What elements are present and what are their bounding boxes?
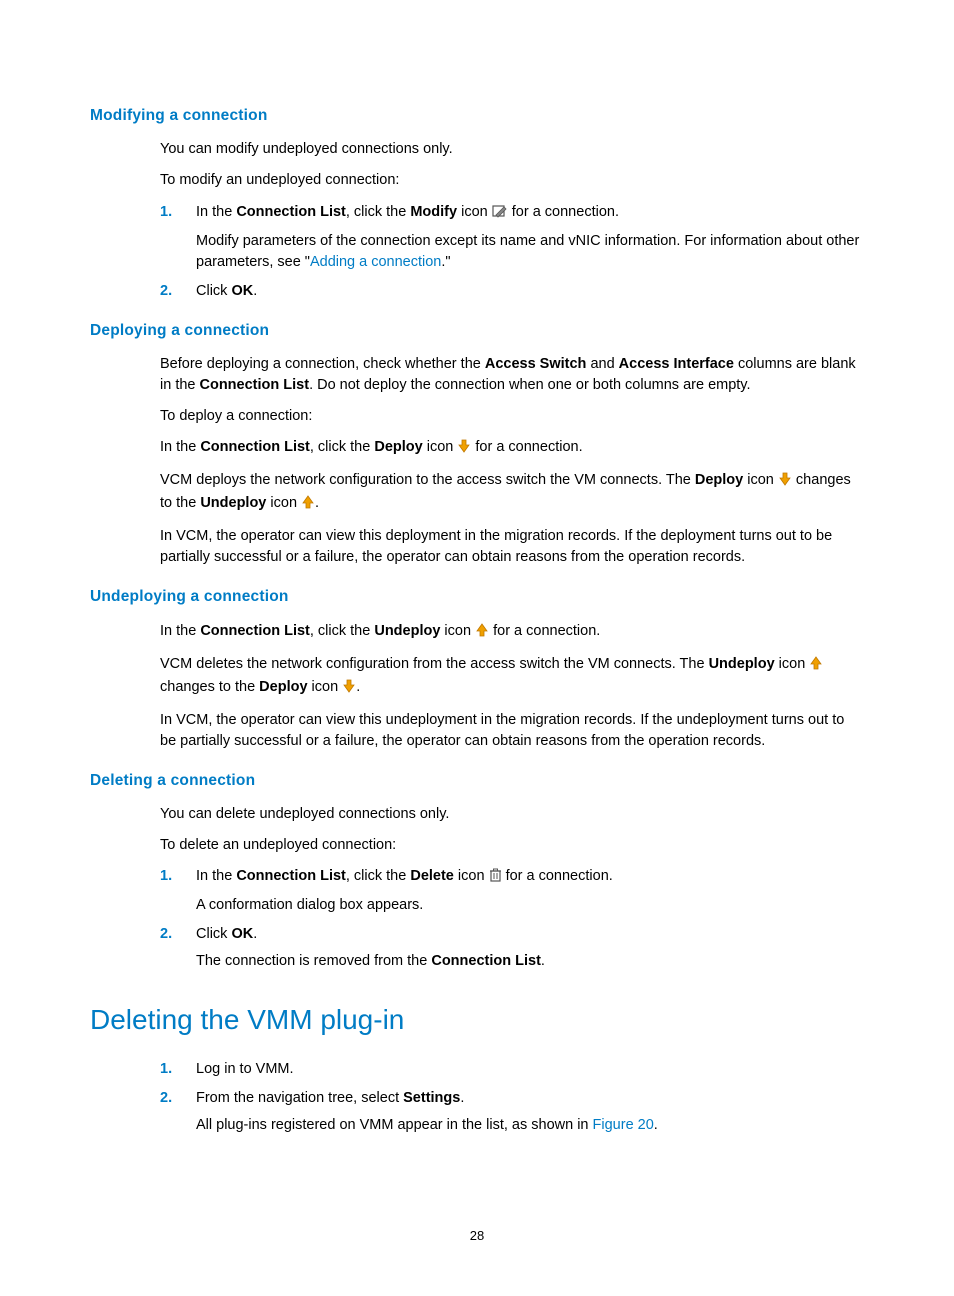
step-1: 1. In the Connection List, click the Mod… xyxy=(160,202,864,273)
text: All plug-ins registered on VMM appear in… xyxy=(196,1115,864,1136)
edit-icon xyxy=(492,204,508,225)
heading-undeploying: Undeploying a connection xyxy=(90,586,864,608)
step-2: 2. Click OK. xyxy=(160,281,864,302)
text: To modify an undeployed connection: xyxy=(160,170,864,191)
text: In VCM, the operator can view this deplo… xyxy=(160,526,864,568)
text: To deploy a connection: xyxy=(160,406,864,427)
steps-modifying: 1. In the Connection List, click the Mod… xyxy=(160,202,864,302)
body-modifying: You can modify undeployed connections on… xyxy=(160,139,864,191)
text: You can delete undeployed connections on… xyxy=(160,804,864,825)
steps-deleting-plugin: 1. Log in to VMM. 2. From the navigation… xyxy=(160,1059,864,1136)
text: Click OK. xyxy=(196,283,257,299)
text: To delete an undeployed connection: xyxy=(160,835,864,856)
section-modifying: Modifying a connection You can modify un… xyxy=(90,105,864,302)
step-number: 2. xyxy=(160,924,172,945)
step-number: 1. xyxy=(160,866,172,887)
text: In the Connection List, click the Delete… xyxy=(196,868,613,884)
page-number: 28 xyxy=(0,1227,954,1246)
text: VCM deploys the network configuration to… xyxy=(160,470,864,516)
text: Log in to VMM. xyxy=(196,1061,294,1077)
document-page: Modifying a connection You can modify un… xyxy=(0,0,954,1296)
section-undeploying: Undeploying a connection In the Connecti… xyxy=(90,586,864,752)
text: Before deploying a connection, check whe… xyxy=(160,354,864,396)
step-1: 1. Log in to VMM. xyxy=(160,1059,864,1080)
text: Modify parameters of the connection exce… xyxy=(196,231,864,273)
deploy-down-icon xyxy=(457,439,471,460)
text: A conformation dialog box appears. xyxy=(196,895,864,916)
heading-deploying: Deploying a connection xyxy=(90,320,864,342)
undeploy-up-icon xyxy=(809,656,823,677)
section-deleting: Deleting a connection You can delete und… xyxy=(90,770,864,973)
link-adding-connection[interactable]: Adding a connection xyxy=(310,254,441,270)
undeploy-up-icon xyxy=(475,623,489,644)
step-1: 1. In the Connection List, click the Del… xyxy=(160,866,864,916)
text: The connection is removed from the Conne… xyxy=(196,951,864,972)
body-deleting: You can delete undeployed connections on… xyxy=(160,804,864,856)
undeploy-up-icon xyxy=(301,495,315,516)
body-deploying: Before deploying a connection, check whe… xyxy=(160,354,864,568)
text: You can modify undeployed connections on… xyxy=(160,139,864,160)
body-undeploying: In the Connection List, click the Undepl… xyxy=(160,621,864,752)
deploy-down-icon xyxy=(778,472,792,493)
heading-deleting-plugin: Deleting the VMM plug-in xyxy=(90,1000,864,1041)
step-number: 1. xyxy=(160,202,172,223)
step-number: 2. xyxy=(160,1088,172,1109)
step-2: 2. Click OK. The connection is removed f… xyxy=(160,924,864,972)
step-number: 1. xyxy=(160,1059,172,1080)
heading-deleting: Deleting a connection xyxy=(90,770,864,792)
section-deleting-plugin: Deleting the VMM plug-in 1. Log in to VM… xyxy=(90,1000,864,1136)
trash-icon xyxy=(489,868,502,889)
text: Click OK. xyxy=(196,926,257,942)
text: In the Connection List, click the Modify… xyxy=(196,204,619,220)
step-number: 2. xyxy=(160,281,172,302)
text: In the Connection List, click the Undepl… xyxy=(160,621,864,644)
steps-deleting: 1. In the Connection List, click the Del… xyxy=(160,866,864,972)
deploy-down-icon xyxy=(342,679,356,700)
heading-modifying: Modifying a connection xyxy=(90,105,864,127)
text: In VCM, the operator can view this undep… xyxy=(160,710,864,752)
link-figure-20[interactable]: Figure 20 xyxy=(593,1117,654,1133)
step-2: 2. From the navigation tree, select Sett… xyxy=(160,1088,864,1136)
text: From the navigation tree, select Setting… xyxy=(196,1090,464,1106)
text: VCM deletes the network configuration fr… xyxy=(160,654,864,700)
section-deploying: Deploying a connection Before deploying … xyxy=(90,320,864,569)
text: In the Connection List, click the Deploy… xyxy=(160,437,864,460)
